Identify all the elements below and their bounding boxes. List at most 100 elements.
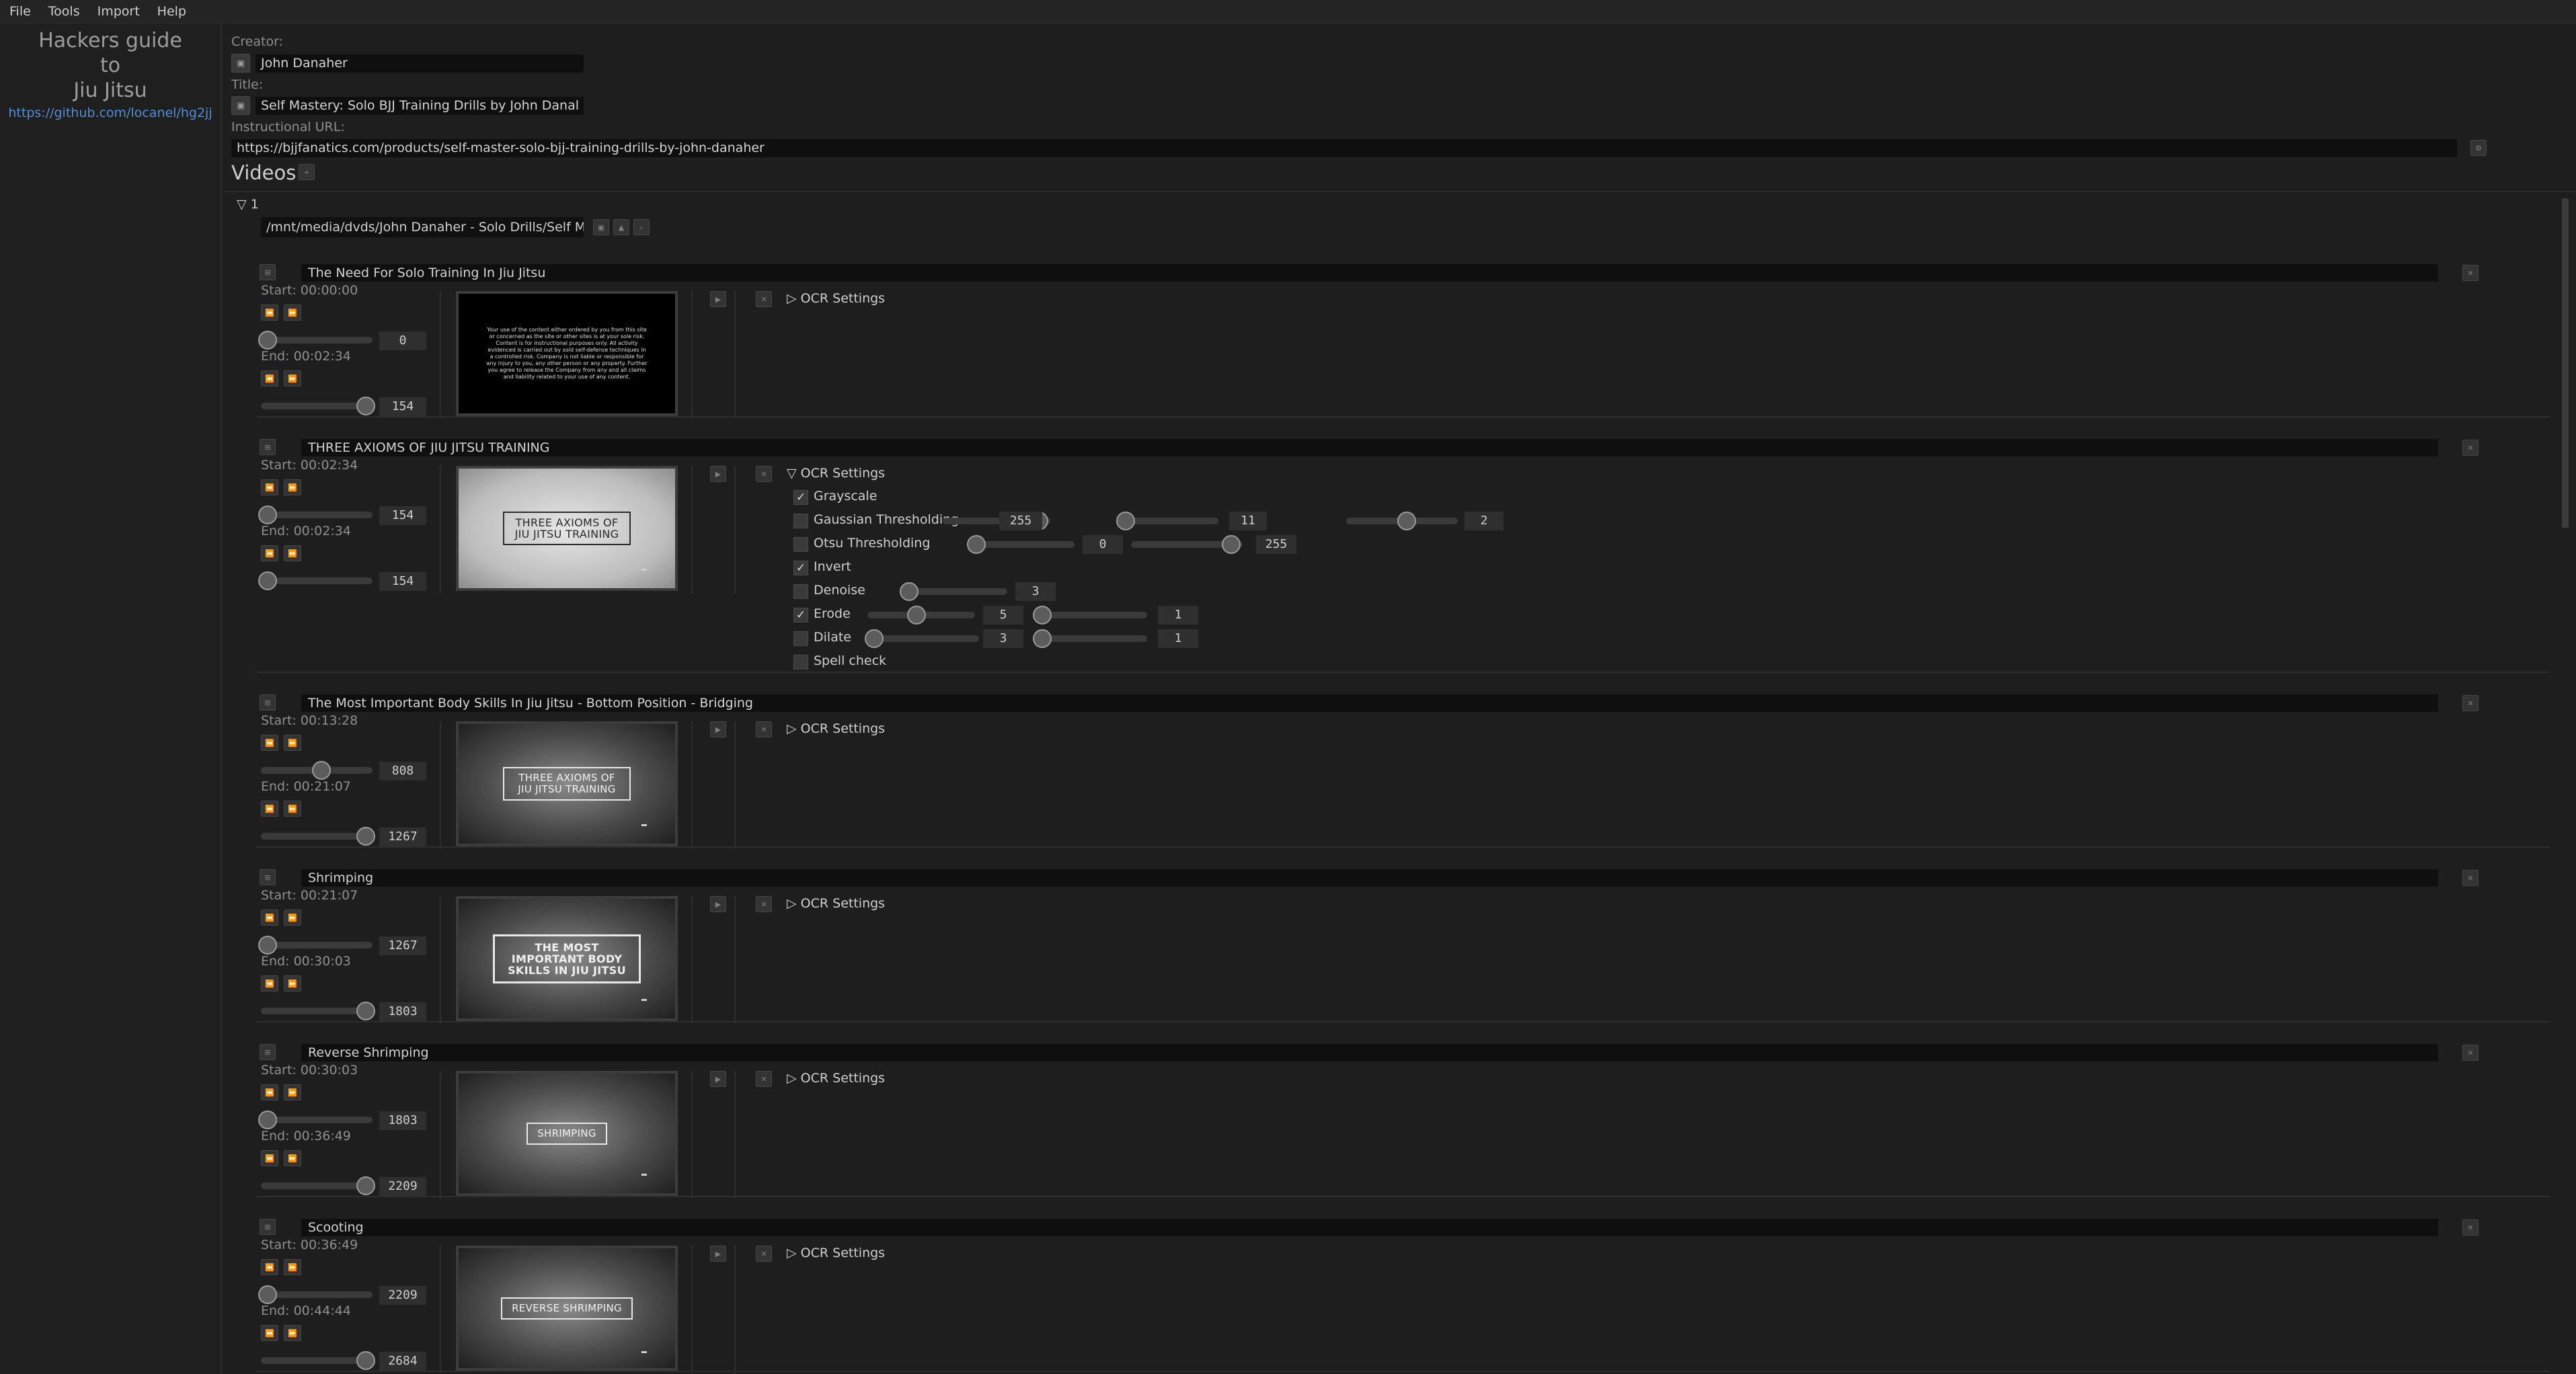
end-slider-knob[interactable] [356, 827, 375, 846]
video-up-button[interactable]: ▲ [613, 219, 629, 235]
otsu-slider[interactable] [967, 535, 1075, 554]
end-slider[interactable] [261, 1351, 375, 1370]
video-search-button[interactable]: ⌕ [633, 219, 650, 235]
clip-title-field[interactable]: Shrimping [301, 869, 2438, 887]
clip-handle-button[interactable]: ⊞ [260, 1219, 276, 1235]
start-slider-knob[interactable] [258, 331, 277, 350]
play-clip-button[interactable]: ▶ [710, 291, 726, 307]
end-slider[interactable] [258, 571, 373, 590]
start-slider[interactable] [258, 331, 373, 350]
end-next-button[interactable]: ⏩ [284, 545, 301, 561]
invert-checkbox[interactable]: ✓ [793, 561, 808, 575]
start-frame-field[interactable]: 1267 [379, 936, 426, 955]
start-frame-field[interactable]: 808 [379, 762, 426, 780]
start-slider-knob[interactable] [258, 936, 277, 955]
start-prev-button[interactable]: ⏪ [261, 479, 278, 495]
end-prev-button[interactable]: ⏪ [261, 975, 278, 992]
start-next-button[interactable]: ⏩ [284, 479, 301, 495]
otsu-checkbox[interactable] [793, 537, 808, 552]
end-frame-field[interactable]: 154 [379, 572, 426, 591]
gaussian-value-field[interactable]: 2 [1465, 512, 1504, 530]
video-group-toggle[interactable]: ▽ 1 [237, 197, 259, 212]
clip-handle-button[interactable]: ⊞ [260, 439, 276, 455]
denoise-slider-knob[interactable] [900, 582, 919, 601]
ocr-settings-toggle[interactable]: ▷ OCR Settings [787, 291, 885, 306]
erode-value-field[interactable]: 1 [1158, 606, 1198, 624]
start-prev-button[interactable]: ⏪ [261, 305, 278, 321]
clip-title-field[interactable]: Reverse Shrimping [301, 1044, 2438, 1061]
start-next-button[interactable]: ⏩ [284, 1259, 301, 1275]
crop-clip-button[interactable]: ✕ [756, 1246, 772, 1262]
crop-clip-button[interactable]: ✕ [756, 1071, 772, 1087]
end-prev-button[interactable]: ⏪ [261, 370, 278, 387]
ocr-settings-toggle[interactable]: ▷ OCR Settings [787, 896, 885, 911]
denoise-checkbox[interactable] [793, 584, 808, 599]
dilate-value-field[interactable]: 1 [1158, 629, 1198, 648]
start-slider-knob[interactable] [258, 1285, 277, 1304]
end-slider[interactable] [261, 397, 375, 415]
menu-file[interactable]: File [9, 4, 31, 19]
gaussian-slider[interactable] [1346, 512, 1458, 530]
dilate-slider[interactable] [1033, 629, 1147, 648]
start-next-button[interactable]: ⏩ [284, 305, 301, 321]
end-frame-field[interactable]: 2684 [379, 1352, 426, 1371]
gaussian-slider-knob[interactable] [1397, 512, 1417, 530]
start-slider[interactable] [258, 506, 373, 524]
clip-handle-button[interactable]: ⊞ [260, 264, 276, 280]
play-clip-button[interactable]: ▶ [710, 1071, 726, 1087]
video-info-button[interactable]: ▣ [593, 219, 609, 235]
start-slider[interactable] [258, 1285, 373, 1304]
start-frame-field[interactable]: 2209 [379, 1286, 426, 1305]
dilate-slider-knob[interactable] [1033, 629, 1052, 648]
end-slider-knob[interactable] [356, 1351, 375, 1370]
menu-tools[interactable]: Tools [48, 4, 80, 19]
end-frame-field[interactable]: 2209 [379, 1177, 426, 1196]
crop-clip-button[interactable]: ✕ [756, 721, 772, 737]
end-frame-field[interactable]: 154 [379, 397, 426, 416]
clip-title-field[interactable]: THREE AXIOMS OF JIU JITSU TRAINING [301, 439, 2438, 456]
start-prev-button[interactable]: ⏪ [261, 735, 278, 751]
title-field[interactable]: Self Mastery: Solo BJJ Training Drills b… [256, 97, 584, 115]
ocr-settings-toggle[interactable]: ▽ OCR Settings [787, 466, 885, 481]
end-slider-knob[interactable] [258, 571, 277, 590]
end-slider-knob[interactable] [356, 1002, 375, 1020]
play-clip-button[interactable]: ▶ [710, 1246, 726, 1262]
title-edit-button[interactable]: ▣ [231, 96, 250, 115]
clip-handle-button[interactable]: ⊞ [260, 694, 276, 711]
play-clip-button[interactable]: ▶ [710, 896, 726, 912]
crop-clip-button[interactable]: ✕ [756, 896, 772, 912]
denoise-value-field[interactable]: 3 [1015, 582, 1056, 601]
start-slider[interactable] [261, 761, 373, 780]
end-prev-button[interactable]: ⏪ [261, 1325, 278, 1341]
gaussian-slider[interactable] [1116, 512, 1218, 530]
spell-checkbox[interactable] [793, 655, 808, 670]
otsu-value-field[interactable]: 0 [1083, 535, 1123, 554]
end-slider-knob[interactable] [356, 1176, 375, 1195]
delete-clip-button[interactable]: ✕ [2462, 440, 2479, 456]
crop-clip-button[interactable]: ✕ [756, 466, 772, 482]
start-next-button[interactable]: ⏩ [284, 735, 301, 751]
start-next-button[interactable]: ⏩ [284, 910, 301, 926]
open-url-button[interactable]: ⚙ [2470, 140, 2487, 156]
grayscale-checkbox[interactable]: ✓ [793, 490, 808, 505]
end-prev-button[interactable]: ⏪ [261, 545, 278, 561]
start-frame-field[interactable]: 0 [379, 331, 426, 350]
start-prev-button[interactable]: ⏪ [261, 1259, 278, 1275]
erode-slider-knob[interactable] [1033, 606, 1052, 624]
dilate-value-field[interactable]: 3 [983, 629, 1023, 648]
creator-edit-button[interactable]: ▣ [231, 54, 250, 73]
end-slider-knob[interactable] [356, 397, 375, 415]
start-slider[interactable] [258, 936, 373, 955]
dilate-slider-knob[interactable] [865, 629, 884, 648]
start-slider[interactable] [258, 1110, 373, 1129]
denoise-slider[interactable] [900, 582, 1007, 601]
end-slider[interactable] [261, 1002, 375, 1020]
clip-handle-button[interactable]: ⊞ [260, 869, 276, 885]
video-path-field[interactable]: /mnt/media/dvds/John Danaher - Solo Dril… [261, 217, 584, 237]
end-prev-button[interactable]: ⏪ [261, 1150, 278, 1166]
end-frame-field[interactable]: 1803 [379, 1002, 426, 1021]
start-prev-button[interactable]: ⏪ [261, 910, 278, 926]
start-frame-field[interactable]: 154 [379, 506, 426, 525]
crop-clip-button[interactable]: ✕ [756, 291, 772, 307]
scrollbar-thumb[interactable] [2562, 198, 2569, 528]
